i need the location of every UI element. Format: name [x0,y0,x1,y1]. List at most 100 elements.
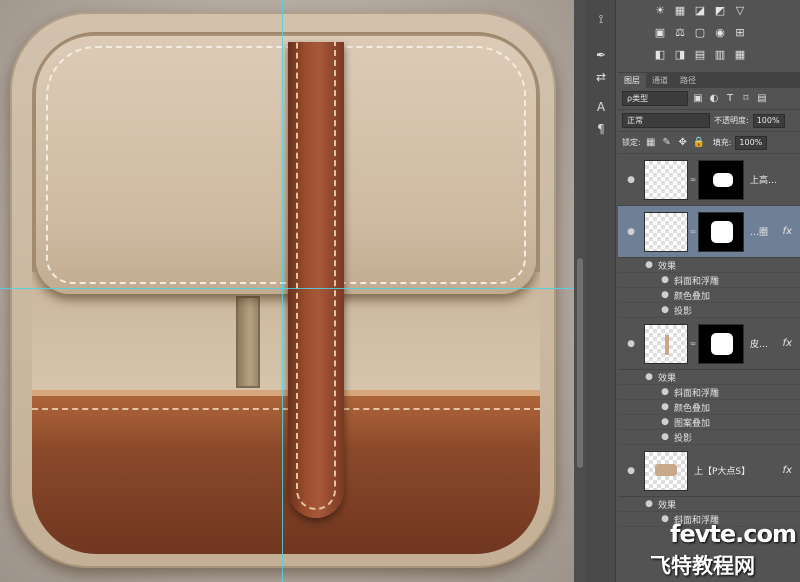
layer-fx-icon[interactable]: fx [783,226,792,237]
path-select-icon[interactable]: ⇄ [586,66,616,88]
photo-filter-icon[interactable]: ◉ [714,26,726,39]
strap-slot-left [236,296,260,388]
watermark-name: 飞特教程网 [650,554,755,578]
layer-name[interactable]: 上【P大点S】 [694,464,750,477]
vibrance-icon[interactable]: ▽ [734,4,746,17]
leather-strap [288,38,344,518]
fill-field[interactable]: 100% [735,135,768,150]
tab-layers[interactable]: 图层 [618,73,646,88]
layer-fx-icon[interactable]: fx [783,465,792,476]
guide-horizontal[interactable] [0,288,574,289]
link-icon[interactable]: ∞ [688,339,698,348]
effect-label: 颜色叠加 [674,291,711,302]
tab-channels[interactable]: 通道 [646,73,674,88]
black-white-icon[interactable]: ▢ [694,26,706,39]
effect-item[interactable]: ● 颜色叠加 [618,288,800,303]
eye-icon[interactable]: ● [656,387,674,397]
eye-icon[interactable]: ● [656,275,674,285]
eye-icon[interactable]: ● [622,175,640,185]
effects-group[interactable]: ● 效果 [618,258,800,273]
document-canvas[interactable] [0,0,574,582]
lock-image-icon[interactable]: ✎ [661,137,673,149]
layer-name[interactable]: 上高… [750,173,777,186]
filter-type-icon[interactable]: T [724,93,736,105]
posterize-icon[interactable]: ◨ [674,48,686,61]
filter-kind-select[interactable]: ρ类型 [622,91,688,106]
eye-icon[interactable]: ● [640,260,658,270]
exposure-icon[interactable]: ◩ [714,4,726,17]
gradient-map-icon[interactable]: ▥ [714,48,726,61]
link-icon[interactable]: ∞ [688,227,698,236]
lock-label: 锁定: [622,138,641,147]
layer-fx-icon[interactable]: fx [783,338,792,349]
filter-adjustment-icon[interactable]: ◐ [708,93,720,105]
layer-name[interactable]: 皮… [750,337,768,350]
pen-tool-icon[interactable]: ✒ [586,44,616,66]
effects-group[interactable]: ● 效果 [618,370,800,385]
layer-thumbnail [644,323,688,364]
layers-panel-tabs: 图层 通道 路径 [618,72,800,88]
eye-icon[interactable]: ● [640,372,658,382]
guide-vertical[interactable] [282,0,283,582]
channel-mixer-icon[interactable]: ⊞ [734,26,746,39]
blend-mode-select[interactable]: 正常 [622,113,710,128]
watermark-url: fevte.com [670,520,797,548]
clone-stamp-icon[interactable]: ⟟ [586,8,616,30]
curves-icon[interactable]: ◪ [694,4,706,17]
invert-icon[interactable]: ◧ [654,48,666,61]
eye-icon[interactable]: ● [656,417,674,427]
layers-panel: 图层 通道 路径 ρ类型 ▣ ◐ T ⌑ ▤ 正常 不透明度: 100% 锁定:… [618,72,800,582]
eye-icon[interactable]: ● [622,466,640,476]
layer-row-selected[interactable]: ● ∞ …圈 fx [618,206,800,258]
effects-group[interactable]: ● 效果 [618,497,800,512]
layer-mask-thumbnail[interactable] [698,211,744,252]
filter-row: ρ类型 ▣ ◐ T ⌑ ▤ [618,88,800,110]
color-balance-icon[interactable]: ⚖ [674,26,686,39]
canvas-scrollbar[interactable] [574,0,586,582]
layer-mask-thumbnail[interactable] [698,159,744,200]
effect-item[interactable]: ● 图案叠加 [618,415,800,430]
hue-saturation-icon[interactable]: ▣ [654,26,666,39]
filter-pixel-icon[interactable]: ▣ [692,93,704,105]
layer-row[interactable]: ● ∞ 皮… fx [618,318,800,370]
eye-icon[interactable]: ● [622,339,640,349]
scrollbar-thumb[interactable] [577,258,583,468]
eye-icon[interactable]: ● [656,305,674,315]
bag-icon-artwork [10,12,556,568]
eye-icon[interactable]: ● [622,227,640,237]
lock-transparent-icon[interactable]: ▦ [645,137,657,149]
eye-icon[interactable]: ● [656,402,674,412]
opacity-field[interactable]: 100% [752,113,785,128]
photoshop-panels: ⟟ ✒ ⇄ A ¶ ☀ ▦ ◪ ◩ ▽ ▣ ⚖ ▢ ◉ ⊞ ◧ ◨ ▤ ▥ ▦ [586,0,800,582]
filter-smart-object-icon[interactable]: ▤ [756,93,768,105]
eye-icon[interactable]: ● [656,290,674,300]
filter-shape-icon[interactable]: ⌑ [740,93,752,105]
layer-row[interactable]: ● ∞ 上高… [618,154,800,206]
effect-item[interactable]: ● 投影 [618,430,800,445]
link-icon[interactable]: ∞ [688,175,698,184]
layer-thumbnail [644,450,688,491]
effect-item[interactable]: ● 投影 [618,303,800,318]
effects-label: 效果 [658,261,677,272]
threshold-icon[interactable]: ▤ [694,48,706,61]
tab-paths[interactable]: 路径 [674,73,702,88]
effect-item[interactable]: ● 斜面和浮雕 [618,273,800,288]
site-watermark: fevte.com 飞特教程网 [620,520,797,580]
layer-name[interactable]: …圈 [750,225,768,238]
paragraph-icon[interactable]: ¶ [586,118,616,140]
bag-icon-body [32,32,540,554]
eye-icon[interactable]: ● [640,499,658,509]
adjustments-panel: ☀ ▦ ◪ ◩ ▽ ▣ ⚖ ▢ ◉ ⊞ ◧ ◨ ▤ ▥ ▦ [618,4,800,70]
layer-mask-thumbnail[interactable] [698,323,744,364]
brightness-icon[interactable]: ☀ [654,4,666,17]
effect-item[interactable]: ● 斜面和浮雕 [618,385,800,400]
effect-item[interactable]: ● 颜色叠加 [618,400,800,415]
lock-position-icon[interactable]: ✥ [677,137,689,149]
layer-row[interactable]: ● 上【P大点S】 fx [618,445,800,497]
selective-color-icon[interactable]: ▦ [734,48,746,61]
type-tool-icon[interactable]: A [586,96,616,118]
eye-icon[interactable]: ● [656,432,674,442]
lock-all-icon[interactable]: 🔒 [693,137,705,149]
effects-label: 效果 [658,500,677,511]
levels-icon[interactable]: ▦ [674,4,686,17]
